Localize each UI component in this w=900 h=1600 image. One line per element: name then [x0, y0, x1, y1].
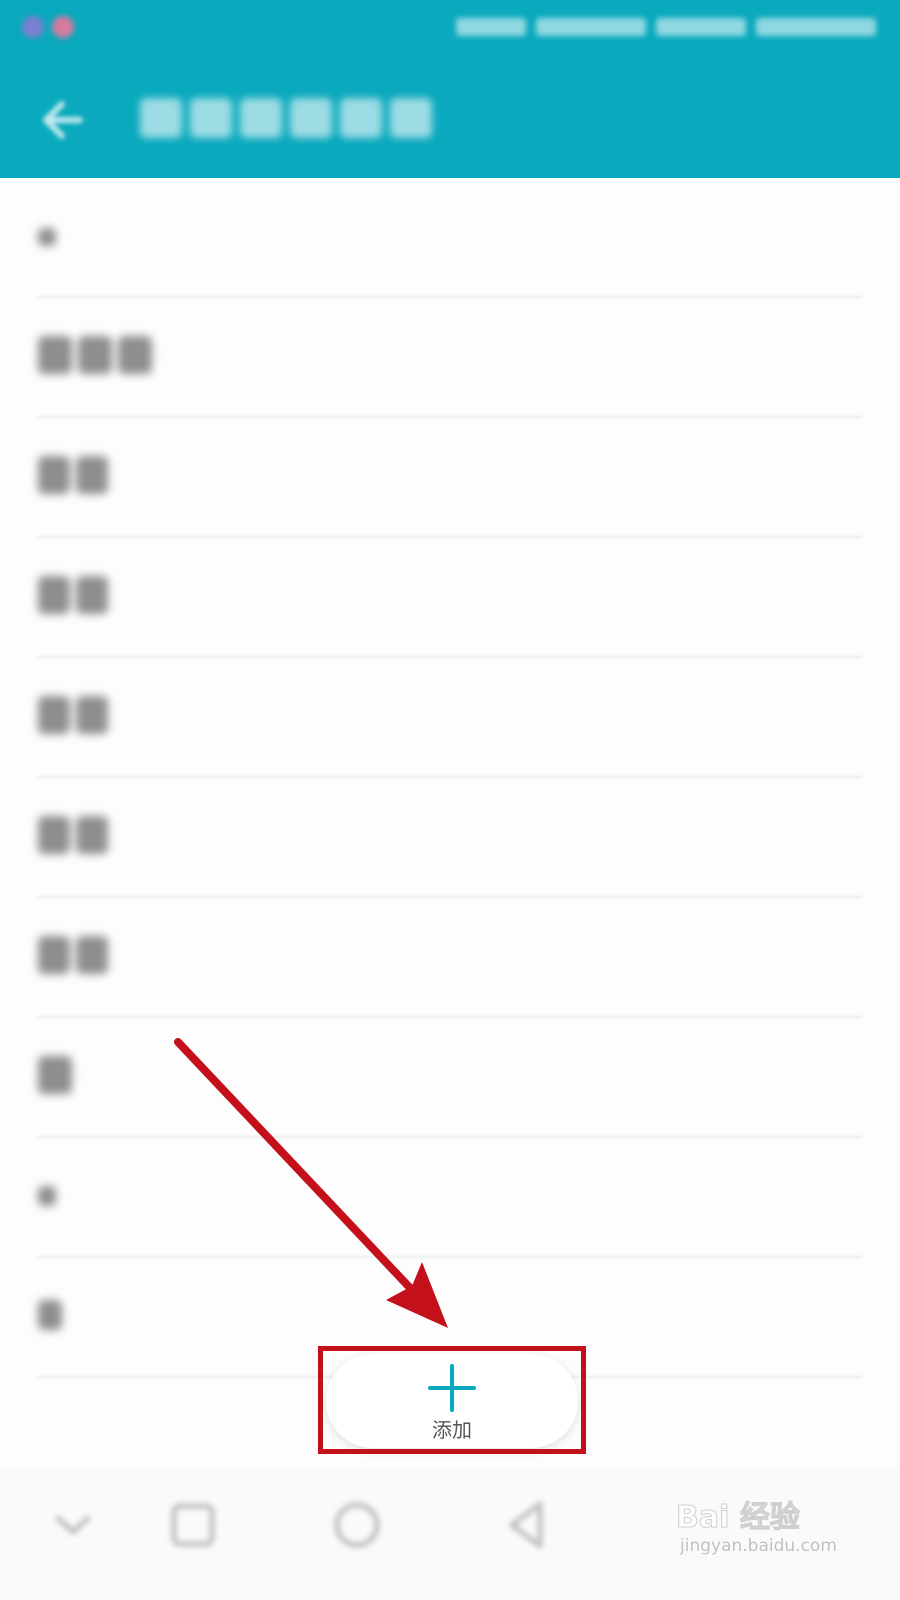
- status-notification-icons: [22, 16, 74, 38]
- list-item[interactable]: [38, 1138, 862, 1258]
- list-item-text: [38, 816, 108, 854]
- keyword-list: [0, 178, 900, 1468]
- network-icon: [536, 18, 646, 36]
- list-item-text: [38, 1296, 62, 1330]
- signal-icon: [456, 18, 526, 36]
- list-item-text: [38, 456, 108, 494]
- list-item[interactable]: [38, 898, 862, 1018]
- add-button[interactable]: 添加: [326, 1354, 578, 1448]
- watermark-url: jingyan.baidu.com: [680, 1536, 837, 1556]
- list-item-text: [38, 1176, 56, 1206]
- list-item-text: [38, 216, 56, 246]
- plus-icon: [428, 1364, 476, 1412]
- nav-recents-button[interactable]: [158, 1490, 228, 1560]
- collapse-chevron-icon: [55, 1515, 91, 1535]
- baidu-jingyan-watermark: Bai 经验 jingyan.baidu.com: [676, 1478, 876, 1568]
- list-item[interactable]: [38, 778, 862, 898]
- notification-icon: [52, 16, 74, 38]
- notification-icon: [22, 16, 44, 38]
- list-item[interactable]: [38, 538, 862, 658]
- back-triangle-icon: [509, 1501, 543, 1549]
- header: [0, 0, 900, 178]
- nav-home-button[interactable]: [322, 1490, 392, 1560]
- home-circle-icon: [334, 1502, 380, 1548]
- battery-icon: [656, 18, 746, 36]
- add-button-label: 添加: [432, 1418, 472, 1442]
- back-arrow-icon: [43, 101, 83, 139]
- list-item[interactable]: [38, 418, 862, 538]
- list-item-text: [38, 576, 108, 614]
- list-item-text: [38, 336, 152, 374]
- list-item[interactable]: [38, 298, 862, 418]
- nav-collapse-button[interactable]: [38, 1490, 108, 1560]
- watermark-brand: Bai 经验: [676, 1500, 801, 1536]
- nav-back-button[interactable]: [492, 1490, 562, 1560]
- list-item-text: [38, 936, 108, 974]
- screen: 添加 Bai 经验 jingyan.baidu.com: [0, 0, 900, 1600]
- list-item[interactable]: [38, 658, 862, 778]
- recents-square-icon: [171, 1503, 215, 1547]
- page-title: [140, 98, 432, 138]
- app-bar: [0, 64, 900, 178]
- list-item-text: [38, 696, 108, 734]
- back-button[interactable]: [34, 88, 98, 152]
- status-bar: [0, 0, 900, 64]
- status-system-icons: [456, 18, 876, 36]
- clock: [756, 18, 876, 36]
- list-item[interactable]: [38, 1018, 862, 1138]
- list-item[interactable]: [38, 178, 862, 298]
- list-item-text: [38, 1056, 72, 1094]
